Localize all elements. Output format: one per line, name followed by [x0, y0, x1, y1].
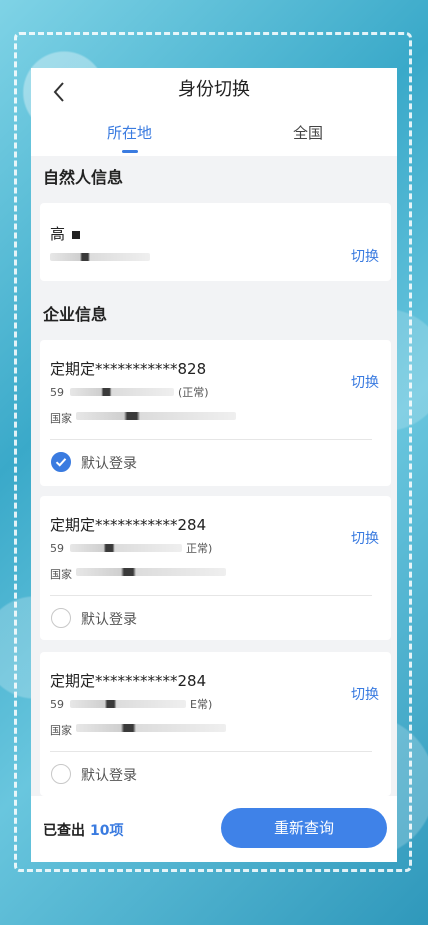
found-label: 已查出 — [43, 823, 85, 839]
company-status: (正常) — [178, 386, 209, 399]
company-authority: 国家 — [50, 412, 72, 425]
natural-person-switch-link[interactable]: 切换 — [351, 246, 379, 266]
page-title: 身份切换 — [178, 79, 250, 100]
redacted-authority — [76, 412, 236, 420]
divider — [50, 751, 372, 752]
check-icon — [55, 458, 67, 467]
enterprise-switch-link[interactable]: 切换 — [351, 528, 379, 548]
enterprise-card[interactable]: 定期定***********284 59 E常) 国家 切换 默认登录 — [40, 652, 391, 796]
company-tax-id: 59 — [50, 698, 64, 711]
tax-id-prefix: 59 — [50, 542, 64, 555]
divider — [50, 595, 372, 596]
redacted-tax-id — [70, 700, 186, 708]
redacted-authority — [76, 568, 226, 576]
company-authority: 国家 — [50, 568, 72, 581]
default-login-radio[interactable] — [51, 764, 71, 784]
redacted-id — [50, 253, 150, 261]
company-authority: 国家 — [50, 724, 72, 737]
natural-person-section-title: 自然人信息 — [43, 168, 124, 187]
divider — [50, 439, 372, 440]
enterprise-switch-link[interactable]: 切换 — [351, 372, 379, 392]
company-name: 定期定***********828 — [50, 360, 207, 378]
enterprise-card[interactable]: 定期定***********284 59 正常) 国家 切换 默认登录 — [40, 496, 391, 640]
active-tab-indicator — [122, 150, 138, 153]
enterprise-card[interactable]: 定期定***********828 59 (正常) 国家 切换 默认登录 — [40, 340, 391, 486]
person-name: 高 — [50, 223, 80, 244]
identity-switch-panel: 身份切换 所在地 全国 自然人信息 高 切换 企业信息 定期定*********… — [31, 68, 397, 862]
natural-person-card[interactable]: 高 切换 — [40, 203, 391, 281]
requery-button[interactable]: 重新查询 — [221, 808, 387, 848]
company-status: E常) — [190, 698, 213, 711]
redaction-mark — [71, 230, 80, 239]
default-login-label: 默认登录 — [81, 612, 137, 628]
enterprise-section-title: 企业信息 — [43, 305, 108, 324]
redacted-tax-id — [70, 388, 174, 396]
enterprise-switch-link[interactable]: 切换 — [351, 684, 379, 704]
bottom-bar: 已查出 10项 重新查询 — [31, 796, 397, 862]
tab-national[interactable]: 全国 — [293, 122, 323, 144]
tab-local[interactable]: 所在地 — [107, 122, 152, 144]
tax-id-prefix: 59 — [50, 386, 64, 399]
default-login-label: 默认登录 — [81, 768, 137, 784]
redacted-authority — [76, 724, 226, 732]
company-name: 定期定***********284 — [50, 516, 207, 534]
default-login-label: 默认登录 — [81, 456, 137, 472]
person-name-text: 高 — [50, 225, 66, 243]
company-tax-id: 59 — [50, 542, 64, 555]
tax-id-prefix: 59 — [50, 698, 64, 711]
found-count: 10项 — [90, 823, 124, 839]
header: 身份切换 所在地 全国 — [31, 68, 397, 156]
company-name: 定期定***********284 — [50, 672, 207, 690]
default-login-radio[interactable] — [51, 608, 71, 628]
default-login-radio[interactable] — [51, 452, 71, 472]
redacted-tax-id — [70, 544, 182, 552]
company-tax-id: 59 — [50, 386, 64, 399]
company-status: 正常) — [186, 542, 213, 555]
